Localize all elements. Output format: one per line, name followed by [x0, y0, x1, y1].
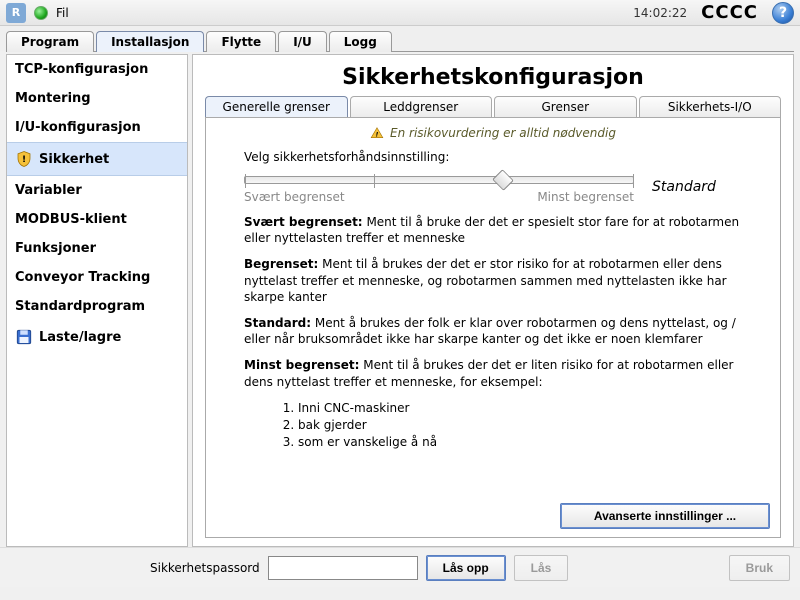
- sidebar: TCP-konfigurasjon Montering I/U-konfigur…: [6, 54, 188, 547]
- tab-installasjon[interactable]: Installasjon: [96, 31, 204, 52]
- lock-button: Lås: [514, 555, 569, 581]
- main-panel: Sikkerhetskonfigurasjon Generelle grense…: [192, 54, 794, 547]
- subtab-grenser[interactable]: Grenser: [494, 96, 637, 117]
- apply-button: Bruk: [729, 555, 790, 581]
- password-input[interactable]: [268, 556, 418, 580]
- preset-label: Velg sikkerhetsforhåndsinnstilling:: [216, 150, 770, 170]
- shield-warning-icon: !: [15, 150, 33, 168]
- example-item: bak gjerder: [298, 417, 742, 433]
- sidebar-item-label: Sikkerhet: [39, 152, 109, 167]
- general-limits-panel: ! En risikovurdering er alltid nødvendig…: [205, 117, 781, 538]
- sidebar-item-conveyor[interactable]: Conveyor Tracking: [7, 263, 187, 292]
- sidebar-item-modbus[interactable]: MODBUS-klient: [7, 205, 187, 234]
- slider-max-label: Minst begrenset: [537, 190, 634, 204]
- status-indicator-icon: [34, 6, 48, 20]
- sidebar-item-label: Laste/lagre: [39, 330, 121, 345]
- status-code: CCCC: [701, 2, 758, 23]
- clock: 14:02:22: [633, 6, 687, 20]
- sidebar-item-variabler[interactable]: Variabler: [7, 176, 187, 205]
- unlock-button[interactable]: Lås opp: [426, 555, 506, 581]
- sub-tab-bar: Generelle grenser Leddgrenser Grenser Si…: [193, 96, 793, 117]
- password-label: Sikkerhetspassord: [150, 561, 260, 575]
- svg-text:!: !: [376, 131, 379, 139]
- sidebar-item-montering[interactable]: Montering: [7, 84, 187, 113]
- preset-slider[interactable]: [244, 176, 634, 184]
- example-item: som er vanskelige å nå: [298, 434, 742, 450]
- sidebar-item-laste[interactable]: Laste/lagre: [7, 321, 187, 353]
- tab-program[interactable]: Program: [6, 31, 94, 52]
- slider-min-label: Svært begrenset: [244, 190, 345, 204]
- advanced-settings-button[interactable]: Avanserte innstillinger ...: [560, 503, 770, 529]
- preset-current-name: Standard: [652, 179, 742, 195]
- sidebar-item-funksjoner[interactable]: Funksjoner: [7, 234, 187, 263]
- tab-iu[interactable]: I/U: [278, 31, 327, 52]
- sidebar-item-iu[interactable]: I/U-konfigurasjon: [7, 113, 187, 142]
- subtab-generelle[interactable]: Generelle grenser: [205, 96, 348, 117]
- tab-logg[interactable]: Logg: [329, 31, 392, 52]
- subtab-ledd[interactable]: Leddgrenser: [350, 96, 493, 117]
- risk-warning-text: En risikovurdering er alltid nødvendig: [390, 126, 616, 140]
- help-icon[interactable]: ?: [772, 2, 794, 24]
- subtab-sio[interactable]: Sikkerhets-I/O: [639, 96, 782, 117]
- svg-text:!: !: [22, 155, 26, 165]
- sidebar-item-standardprogram[interactable]: Standardprogram: [7, 292, 187, 321]
- main-tab-bar: Program Installasjon Flytte I/U Logg: [0, 26, 800, 51]
- app-logo-icon: R: [6, 3, 26, 23]
- example-item: Inni CNC-maskiner: [298, 400, 742, 416]
- sidebar-item-sikkerhet[interactable]: ! Sikkerhet: [7, 142, 187, 176]
- sidebar-item-tcp[interactable]: TCP-konfigurasjon: [7, 55, 187, 84]
- save-disk-icon: [15, 328, 33, 346]
- tab-flytte[interactable]: Flytte: [206, 31, 276, 52]
- top-bar: R Fil 14:02:22 CCCC ?: [0, 0, 800, 26]
- bottom-bar: Sikkerhetspassord Lås opp Lås Bruk: [0, 547, 800, 587]
- preset-descriptions: Svært begrenset: Ment til å bruke der de…: [216, 204, 770, 451]
- file-menu[interactable]: Fil: [56, 6, 69, 20]
- page-title: Sikkerhetskonfigurasjon: [193, 55, 793, 96]
- warning-triangle-icon: !: [370, 126, 384, 140]
